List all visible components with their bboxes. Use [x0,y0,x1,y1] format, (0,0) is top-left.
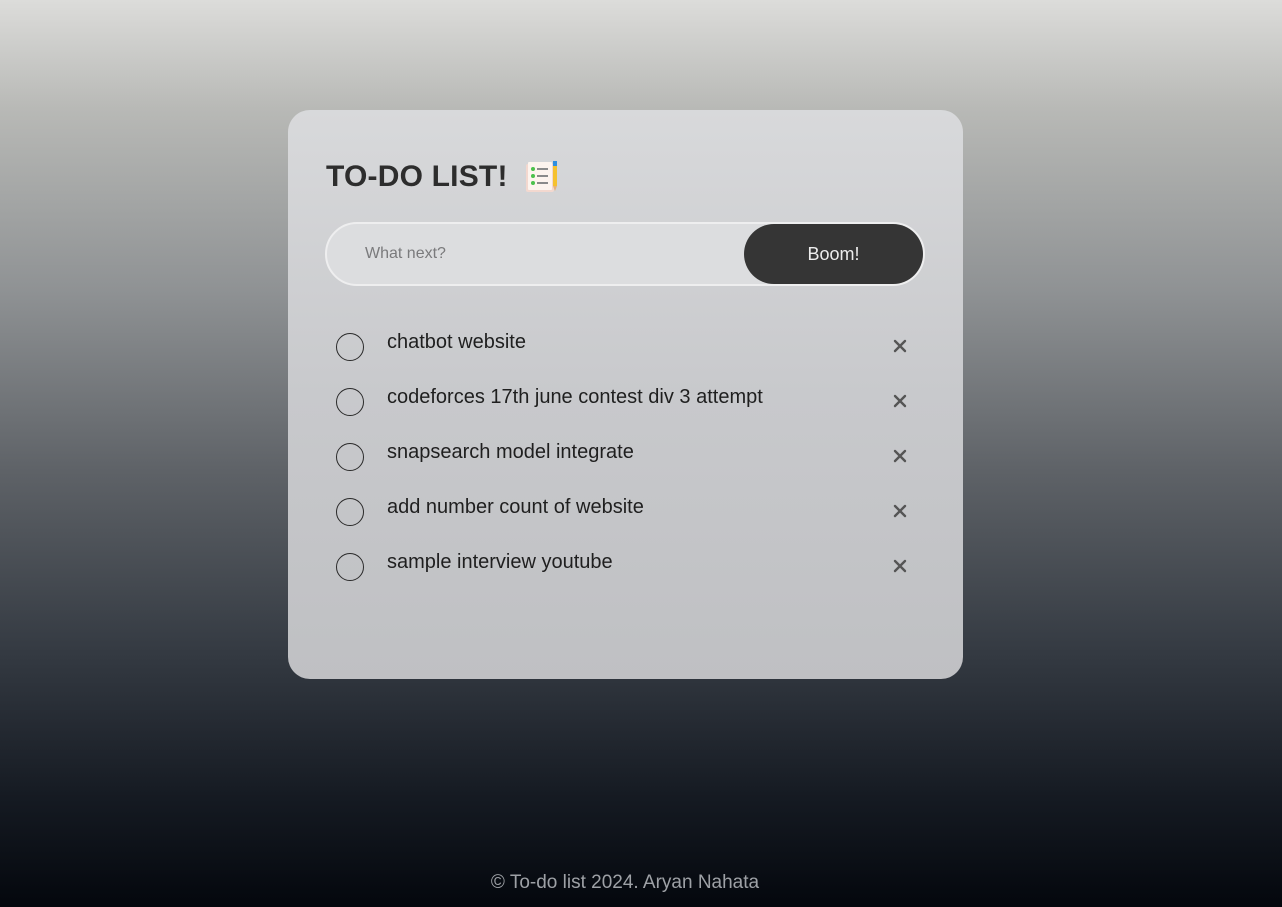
page-title: TO-DO LIST! [326,160,508,193]
task-checkbox[interactable] [336,333,364,361]
task-text[interactable]: add number count of website [387,496,644,519]
todo-card: TO-DO LIST! Boom! chatbot website [288,110,963,679]
close-icon[interactable] [890,336,910,356]
task-input[interactable] [327,224,747,284]
list-item: chatbot website [326,320,926,375]
checklist-notepad-icon [524,160,560,194]
footer-copyright: © To-do list 2024. Aryan Nahata [490,872,760,893]
add-task-button[interactable]: Boom! [744,224,923,284]
task-checkbox[interactable] [336,498,364,526]
list-item: sample interview youtube [326,540,926,595]
list-item: add number count of website [326,485,926,540]
close-icon[interactable] [890,556,910,576]
list-item: snapsearch model integrate [326,430,926,485]
task-text[interactable]: sample interview youtube [387,551,613,574]
task-checkbox[interactable] [336,388,364,416]
close-icon[interactable] [890,501,910,521]
task-list: chatbot website codeforces 17th june con… [326,320,926,595]
task-checkbox[interactable] [336,443,364,471]
title-row: TO-DO LIST! [326,160,560,194]
list-item: codeforces 17th june contest div 3 attem… [326,375,926,430]
close-icon[interactable] [890,446,910,466]
task-checkbox[interactable] [336,553,364,581]
close-icon[interactable] [890,391,910,411]
task-text[interactable]: snapsearch model integrate [387,441,634,464]
add-task-bar: Boom! [325,222,925,286]
task-text[interactable]: chatbot website [387,331,526,354]
task-text[interactable]: codeforces 17th june contest div 3 attem… [387,386,763,409]
